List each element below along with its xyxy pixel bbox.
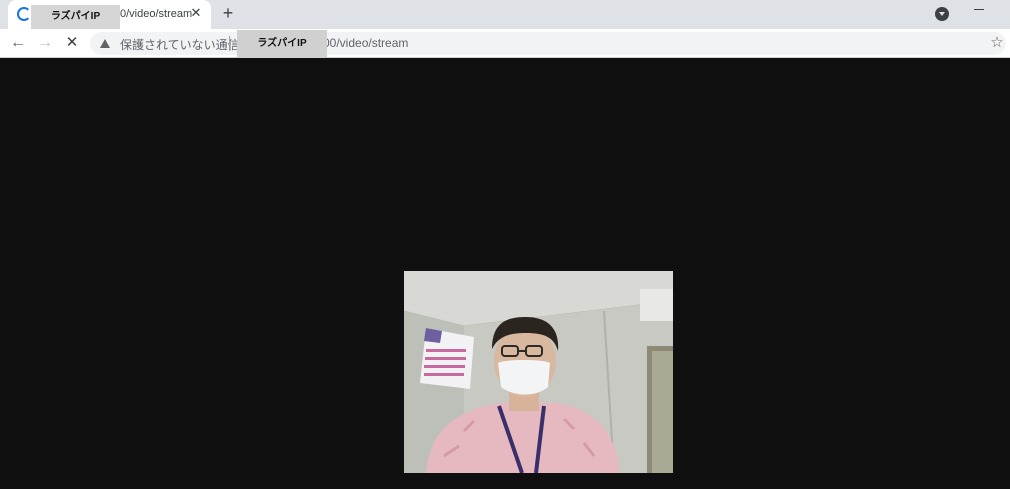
redaction-tab-label: ラズパイIP xyxy=(31,5,120,29)
address-bar[interactable]: 保護されていない通信 00/video/stream ☆ xyxy=(90,32,1006,55)
new-tab-button[interactable]: + xyxy=(218,3,238,23)
stop-button[interactable]: ✕ xyxy=(62,33,82,53)
back-button[interactable]: ← xyxy=(8,33,28,53)
omnibox-separator xyxy=(229,36,230,51)
minimize-icon[interactable] xyxy=(974,3,986,15)
warning-triangle-icon[interactable] xyxy=(100,39,110,48)
forward-button[interactable]: → xyxy=(35,33,55,53)
tab-close-button[interactable]: ✕ xyxy=(188,5,204,21)
tab-strip: 0/video/stream ✕ ラズパイIP + xyxy=(0,0,1010,29)
tab-title: 0/video/stream xyxy=(120,8,193,20)
tab-search-icon[interactable] xyxy=(935,7,949,21)
page-viewport xyxy=(0,59,1010,489)
url-text[interactable]: 00/video/stream xyxy=(323,36,408,50)
redaction-url-label: ラズパイIP xyxy=(237,30,327,57)
star-icon[interactable]: ☆ xyxy=(989,34,1005,52)
browser-toolbar: ← → ✕ 保護されていない通信 00/video/stream ☆ xyxy=(0,29,1010,58)
video-stream-image xyxy=(404,271,673,473)
not-secure-label[interactable]: 保護されていない通信 xyxy=(120,36,240,53)
loading-spinner-icon xyxy=(17,7,31,21)
